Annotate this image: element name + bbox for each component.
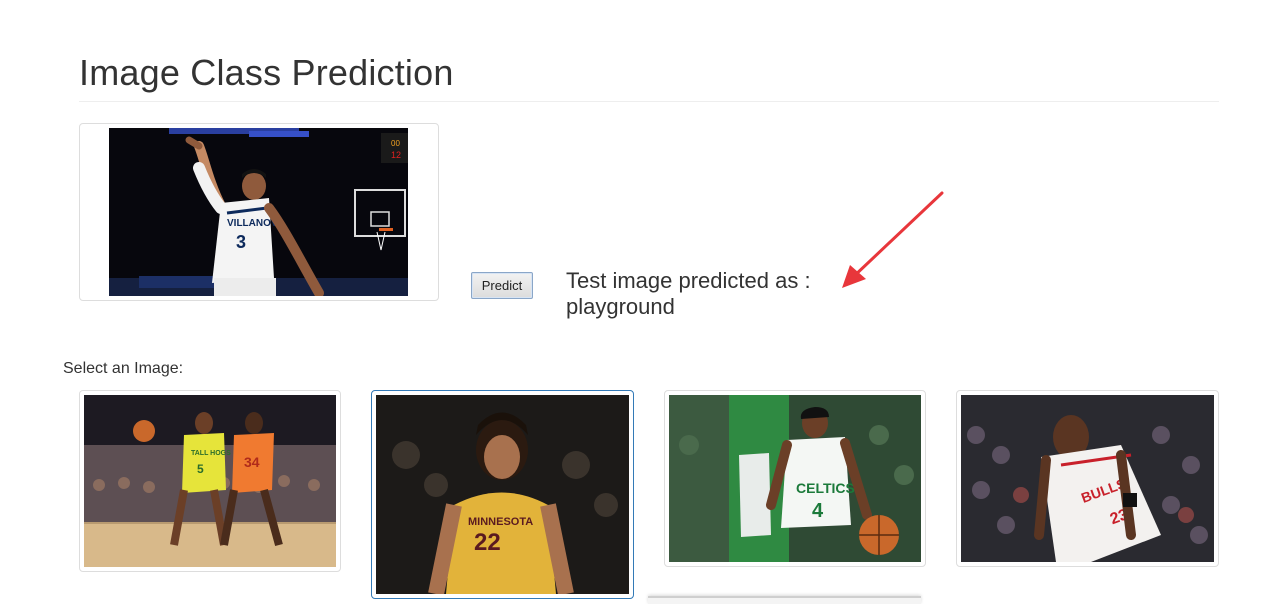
gallery-image-3-photo: CELTICS 4 xyxy=(669,395,921,562)
prediction-result-value: playground xyxy=(566,294,675,319)
gallery-1-second-number: 34 xyxy=(244,454,260,470)
gallery-image-2[interactable]: MINNESOTA 22 xyxy=(371,390,634,599)
prediction-result: Test image predicted as : playground xyxy=(566,268,811,320)
gallery-image-2-photo: MINNESOTA 22 xyxy=(376,395,629,594)
svg-text:12: 12 xyxy=(391,150,401,160)
preview-image-frame: 00 12 VILLANOVA 3 xyxy=(79,123,439,301)
gallery-1-jersey-number: 5 xyxy=(197,462,204,476)
gallery-3-jersey-text: CELTICS xyxy=(796,480,855,496)
preview-image: 00 12 VILLANOVA 3 xyxy=(109,128,408,296)
page-title: Image Class Prediction xyxy=(79,52,454,93)
gallery-1-jersey-text: TALL HOGS xyxy=(191,450,231,457)
gallery-2-jersey-text: MINNESOTA xyxy=(468,516,533,528)
gallery-image-1-photo: TALL HOGS 5 34 xyxy=(84,395,336,567)
title-divider xyxy=(79,101,1219,102)
gallery-image-4-photo: BULLS 23 xyxy=(961,395,1214,562)
gallery-2-jersey-number: 22 xyxy=(474,529,501,556)
preview-jersey-number: 3 xyxy=(236,232,246,252)
gallery-label: Select an Image: xyxy=(63,360,184,377)
gallery-image-1[interactable]: TALL HOGS 5 34 xyxy=(79,390,341,572)
annotation-arrow-icon xyxy=(842,191,944,288)
horizontal-scrollbar[interactable] xyxy=(648,596,921,604)
predict-button[interactable]: Predict xyxy=(471,272,533,299)
prediction-result-prefix: Test image predicted as : xyxy=(566,268,811,293)
svg-text:00: 00 xyxy=(391,139,400,148)
gallery-3-jersey-number: 4 xyxy=(812,500,824,522)
gallery-image-3[interactable]: CELTICS 4 xyxy=(664,390,926,567)
gallery-image-4[interactable]: BULLS 23 xyxy=(956,390,1219,567)
